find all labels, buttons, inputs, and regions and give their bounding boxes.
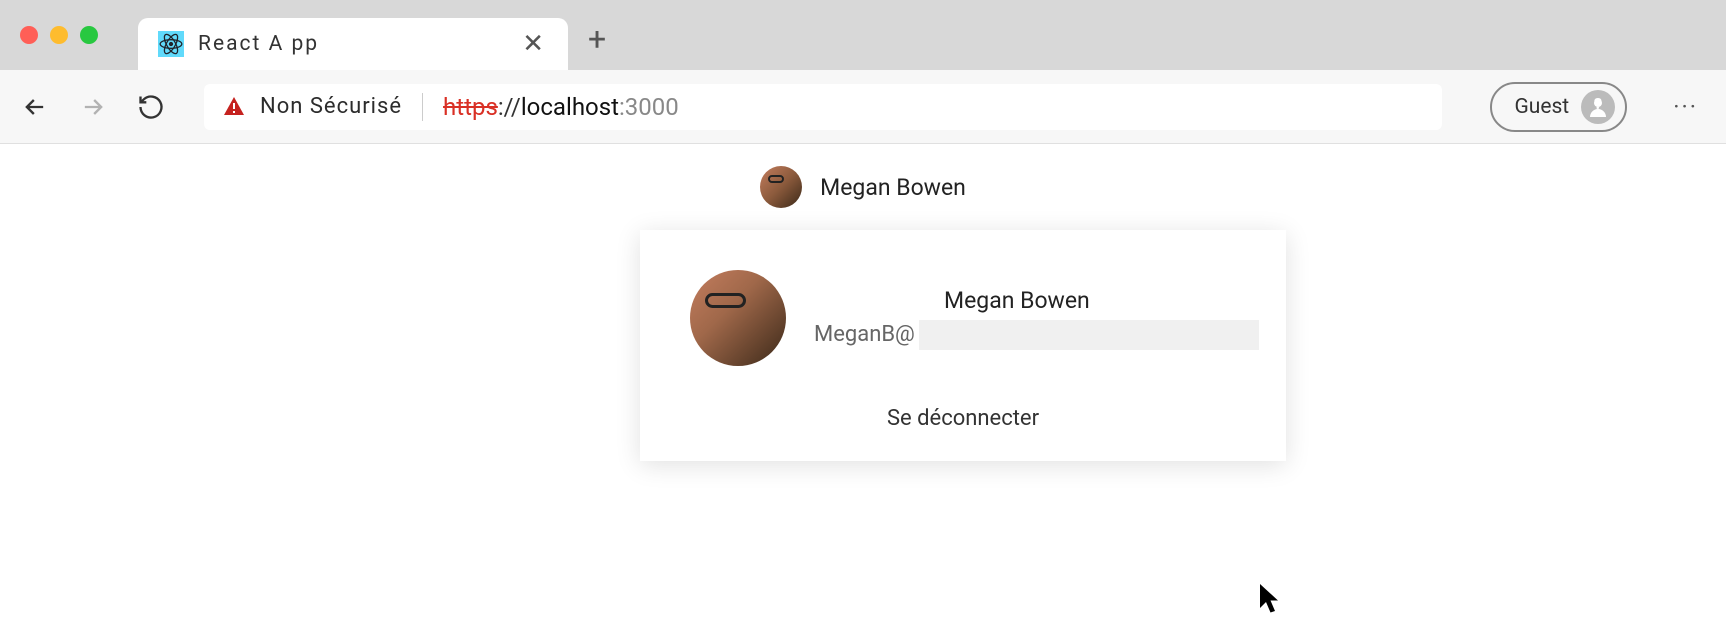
tab-title: React A pp [198, 32, 504, 56]
security-label: Non Sécurisé [260, 94, 402, 119]
avatar [690, 270, 786, 366]
email-prefix: MeganB@ [814, 322, 915, 347]
profile-info: Megan Bowen MeganB@ [814, 287, 1259, 350]
toolbar: Non Sécurisé https://localhost:3000 Gues… [0, 70, 1726, 144]
email-redacted [919, 320, 1259, 350]
card-name: Megan Bowen [944, 287, 1259, 314]
profile-card-row: Megan Bowen MeganB@ [690, 270, 1236, 366]
person-icon: ? [1581, 90, 1615, 124]
browser-tab[interactable]: React A pp ✕ [138, 18, 568, 70]
url-display: https://localhost:3000 [443, 93, 679, 121]
avatar [760, 166, 802, 208]
warning-icon [222, 95, 246, 119]
minimize-window-button[interactable] [50, 26, 68, 44]
signout-button[interactable]: Se déconnecter [690, 406, 1236, 431]
forward-button[interactable] [78, 92, 108, 122]
back-button[interactable] [20, 92, 50, 122]
maximize-window-button[interactable] [80, 26, 98, 44]
url-host: localhost [521, 93, 619, 121]
profile-header: Megan Bowen [0, 166, 1726, 208]
profile-card: Megan Bowen MeganB@ Se déconnecter [640, 230, 1286, 461]
url-protocol: https [443, 93, 498, 121]
reload-button[interactable] [136, 92, 166, 122]
react-icon [158, 31, 184, 57]
svg-text:?: ? [1594, 95, 1602, 113]
more-button[interactable]: ··· [1665, 85, 1706, 129]
card-email: MeganB@ [814, 320, 1259, 350]
address-bar[interactable]: Non Sécurisé https://localhost:3000 [204, 84, 1442, 130]
profile-label: Guest [1514, 95, 1569, 119]
new-tab-button[interactable]: + [588, 20, 606, 58]
profile-button[interactable]: Guest ? [1490, 82, 1627, 132]
url-port: :3000 [619, 93, 679, 121]
separator [422, 93, 423, 121]
cursor-icon [1260, 584, 1284, 618]
profile-name: Megan Bowen [820, 174, 966, 201]
window-controls [20, 26, 98, 44]
close-tab-button[interactable]: ✕ [518, 25, 548, 63]
page-content: Megan Bowen Megan Bowen MeganB@ Se décon… [0, 144, 1726, 618]
title-bar: React A pp ✕ + [0, 0, 1726, 70]
close-window-button[interactable] [20, 26, 38, 44]
